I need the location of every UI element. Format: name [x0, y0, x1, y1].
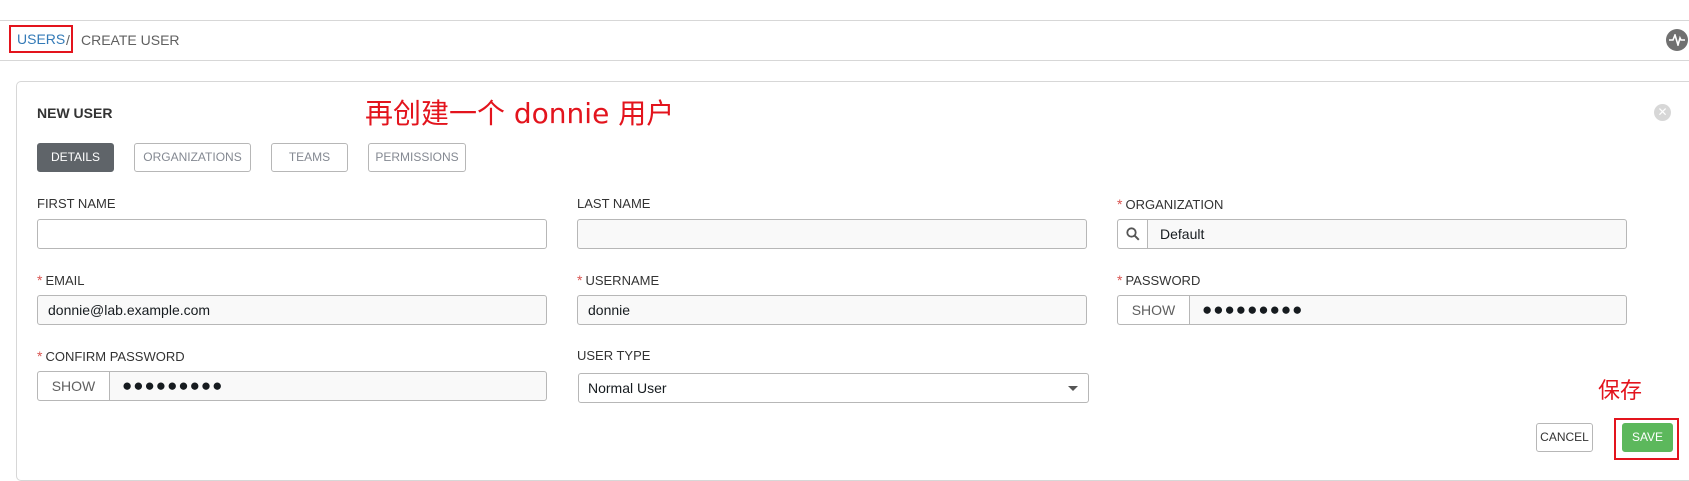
annotation-save-hint: 保存 [1598, 379, 1643, 404]
email-label: * EMAIL [37, 272, 85, 288]
first-name-label: FIRST NAME [37, 196, 116, 211]
user-type-select[interactable]: Normal User [578, 373, 1089, 403]
tab-permissions[interactable]: PERMISSIONS [368, 143, 466, 172]
chevron-down-icon [1068, 386, 1078, 391]
user-type-label: USER TYPE [577, 348, 651, 363]
email-input[interactable]: donnie@lab.example.com [37, 295, 547, 325]
last-name-label: LAST NAME [577, 196, 651, 211]
new-user-panel: NEW USER [16, 81, 1689, 481]
breadcrumb-users-link[interactable]: USERS [9, 25, 74, 53]
breadcrumb-separator: / [66, 32, 70, 48]
cancel-button[interactable]: CANCEL [1536, 423, 1593, 452]
username-input[interactable]: donnie [577, 295, 1087, 325]
breadcrumb: USERS / CREATE USER [0, 21, 1689, 61]
annotation-create-user: 再创建一个 donnie 用户 [365, 97, 675, 130]
organization-input[interactable]: Default [1117, 219, 1627, 249]
confirm-password-masked-value: ●●●●●●●●● [122, 376, 224, 395]
tab-organizations[interactable]: ORGANIZATIONS [134, 143, 251, 172]
tab-teams[interactable]: TEAMS [271, 143, 348, 172]
save-button[interactable]: SAVE [1622, 423, 1673, 452]
organization-label: * ORGANIZATION [1117, 196, 1224, 212]
first-name-input[interactable] [37, 219, 547, 249]
confirm-password-input[interactable]: SHOW ●●●●●●●●● [37, 371, 547, 401]
password-input[interactable]: SHOW ●●●●●●●●● [1117, 295, 1627, 325]
top-bar [0, 0, 1689, 21]
organization-value: Default [1160, 226, 1205, 242]
password-label: * PASSWORD [1117, 272, 1201, 288]
breadcrumb-current: CREATE USER [81, 32, 180, 48]
required-mark: * [1117, 196, 1123, 212]
panel-title: NEW USER [37, 105, 113, 121]
tab-details[interactable]: DETAILS [37, 143, 114, 172]
confirm-password-show-button[interactable]: SHOW [38, 372, 110, 400]
last-name-input[interactable] [577, 219, 1087, 249]
search-icon[interactable] [1118, 220, 1148, 248]
username-label: * USERNAME [577, 272, 660, 288]
password-show-button[interactable]: SHOW [1118, 296, 1190, 324]
confirm-password-label: * CONFIRM PASSWORD [37, 348, 185, 364]
user-type-value: Normal User [588, 380, 667, 396]
close-icon[interactable]: ✕ [1654, 104, 1671, 121]
password-masked-value: ●●●●●●●●● [1202, 300, 1304, 319]
activity-stream-icon[interactable] [1666, 29, 1688, 51]
